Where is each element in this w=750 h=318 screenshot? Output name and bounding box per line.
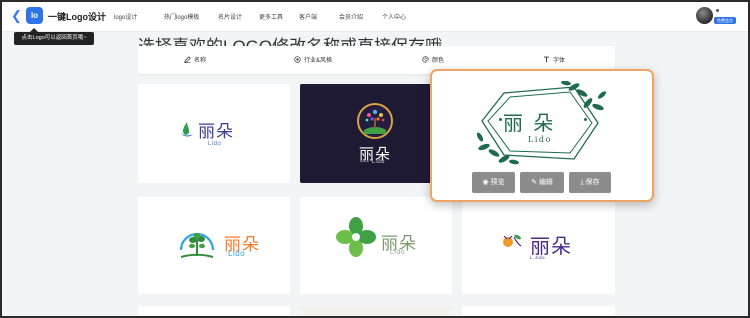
logo-card-5[interactable]: 丽朵 L.Jido — [462, 197, 615, 294]
main-nav: logo设计 热门logo模板 名片设计 更多工具 客户端 会员介绍 个人中心 — [114, 12, 406, 21]
tool-color[interactable]: 颜色 — [422, 55, 444, 64]
eye-icon: ◉ — [482, 179, 489, 186]
logo-card-7[interactable] — [300, 306, 452, 316]
card-1-name: 丽朵 — [198, 122, 234, 141]
tool-industry-style[interactable]: 行业&风格 — [294, 55, 332, 64]
featured-sub: Lido — [528, 135, 552, 144]
logo-tooltip: 点击Logo可以返回首页哦~ — [14, 28, 94, 45]
tool-name[interactable]: 名称 — [184, 55, 206, 64]
leaf-drop-icon — [181, 122, 193, 137]
tool-font[interactable]: 字体 — [543, 55, 565, 64]
nav-item-hot-templates[interactable]: 热门logo模板 — [164, 12, 218, 21]
tool-name-label: 名称 — [194, 58, 207, 64]
logo-card-3[interactable]: 丽朵 Lido — [138, 197, 290, 294]
tool-color-label: 颜色 — [432, 58, 445, 64]
chevron-left-icon[interactable]: ❮ — [11, 9, 23, 23]
tool-font-label: 字体 — [553, 58, 566, 64]
logo-card-8[interactable] — [462, 306, 615, 316]
nav-item-membership[interactable]: 会员介绍 — [339, 12, 382, 21]
card-1-sub: Lido — [208, 141, 222, 147]
card-2-sub: ── Lido — [360, 159, 386, 165]
preview-button[interactable]: ◉ 预览 — [472, 172, 515, 193]
status-dot — [716, 9, 719, 12]
nav-item-user-center[interactable]: 个人中心 — [382, 12, 406, 21]
card-4-sub: Lido — [390, 249, 406, 256]
tool-style-label: 行业&风格 — [304, 58, 333, 64]
featured-dot-left — [499, 118, 502, 121]
nav-item-client[interactable]: 客户端 — [299, 12, 339, 21]
nav-item-business-card[interactable]: 名片设计 — [218, 12, 259, 21]
save-button[interactable]: ⤓ 保存 — [569, 172, 611, 193]
save-button-label: 保存 — [585, 179, 600, 186]
card-3-sub: Lido — [228, 249, 246, 258]
featured-logo-card[interactable]: 丽 朵 Lido ◉ 预览 ✎ 编辑 ⤓ 保存 — [430, 69, 654, 202]
logo-card-4[interactable]: 丽朵 Lido — [300, 197, 452, 294]
nav-item-logo-design[interactable]: logo设计 — [114, 12, 164, 21]
logo-card-1[interactable]: 丽朵 Lido — [138, 84, 290, 183]
tree-emblem-icon — [357, 103, 393, 139]
card-5-sub: L.Jido — [530, 255, 546, 260]
preview-button-label: 预览 — [490, 179, 505, 186]
nav-item-more-tools[interactable]: 更多工具 — [259, 12, 299, 21]
edit-button-label: 编辑 — [538, 179, 553, 186]
style-icon — [294, 56, 301, 63]
app-logo-icon[interactable]: lo — [26, 7, 43, 24]
edit-button[interactable]: ✎ 编辑 — [520, 172, 564, 193]
top-nav-bar: ❮ lo 一键Logo设计 logo设计 热门logo模板 名片设计 更多工具 … — [2, 2, 748, 32]
logo-card-6[interactable] — [138, 306, 290, 316]
font-icon — [544, 56, 549, 63]
featured-dot-right — [584, 118, 587, 121]
page-headline: 选择喜欢的LOGO修改名称或直接保存哦 — [138, 36, 442, 46]
app-brand-title[interactable]: 一键Logo设计 — [48, 10, 106, 23]
member-badge: 免费会员 — [714, 17, 736, 24]
palette-icon — [422, 56, 429, 63]
pen-icon — [184, 56, 191, 63]
edit-icon: ✎ — [531, 179, 537, 186]
download-icon: ⤓ — [580, 179, 584, 186]
featured-name: 丽 朵 — [503, 111, 556, 135]
browser-frame: ❮ lo 一键Logo设计 logo设计 热门logo模板 名片设计 更多工具 … — [0, 0, 750, 318]
fruit-icon — [503, 234, 522, 247]
user-avatar[interactable] — [696, 7, 713, 24]
clover-icon — [336, 217, 376, 257]
tree-circle-icon — [179, 232, 215, 258]
